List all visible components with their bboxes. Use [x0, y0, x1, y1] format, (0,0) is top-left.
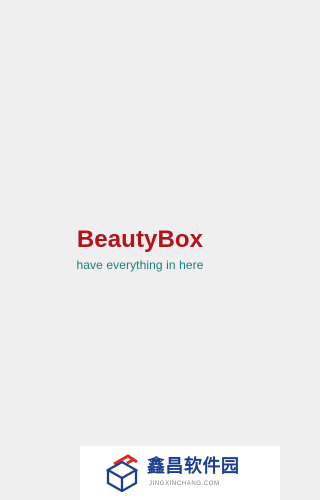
site-watermark: 鑫昌软件园 JINGXINCHANG.COM — [80, 446, 280, 500]
box-logo-icon — [105, 454, 139, 492]
splash-screen: BeautyBox have everything in here 鑫昌软件园 … — [0, 0, 280, 500]
watermark-title: 鑫昌软件园 — [147, 456, 240, 476]
app-title: BeautyBox — [76, 226, 204, 253]
app-tagline: have everything in here — [76, 258, 204, 272]
watermark-domain: JINGXINCHANG.COM — [149, 481, 220, 487]
